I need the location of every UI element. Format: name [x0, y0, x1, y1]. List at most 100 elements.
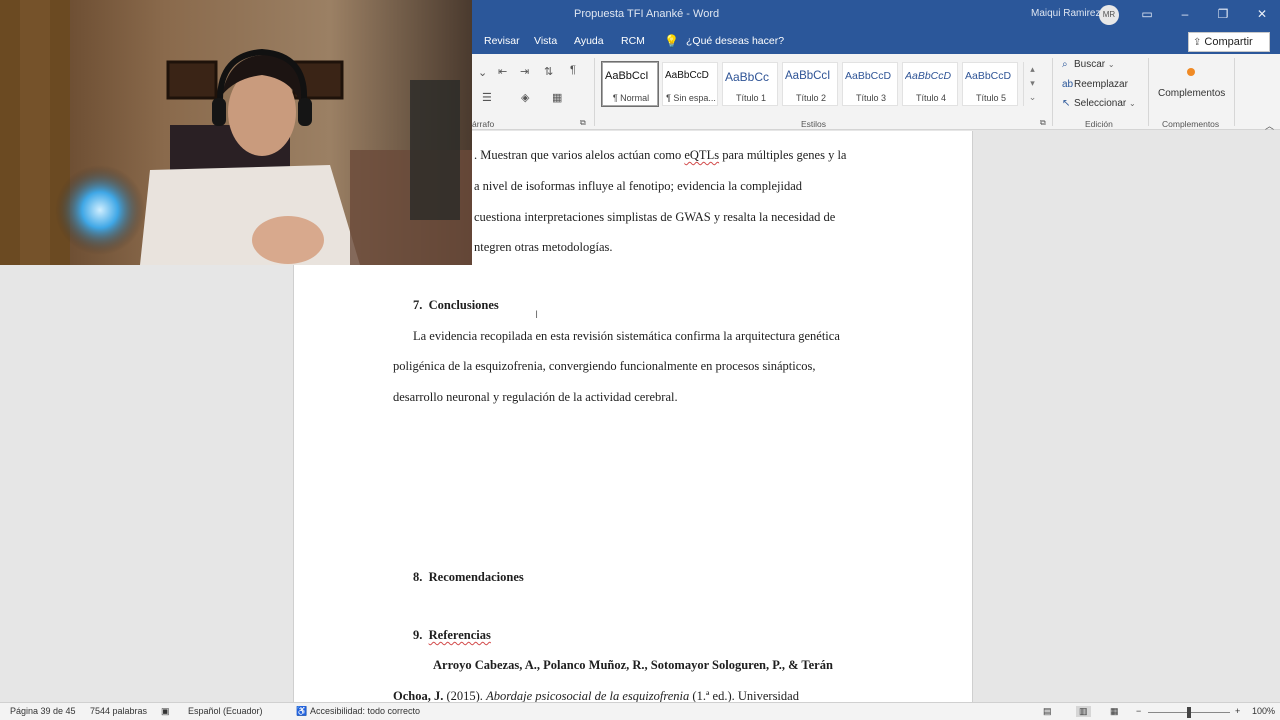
sort-icon[interactable]: ⇅: [544, 65, 553, 78]
style-heading-2[interactable]: AaBbCcI Título 2: [782, 62, 838, 106]
tell-me-search[interactable]: ¿Qué deseas hacer?: [686, 35, 784, 47]
reference-authors: Arroyo Cabezas, A., Polanco Muñoz, R., S…: [433, 658, 833, 672]
webcam-overlay: [0, 0, 472, 265]
doc-line: . Muestran que varios alelos actúan como…: [474, 148, 847, 162]
zoom-out-icon[interactable]: −: [1136, 706, 1141, 716]
maximize-icon[interactable]: ❐: [1212, 4, 1234, 24]
lightbulb-icon: 💡: [664, 34, 679, 48]
style-name: Título 2: [795, 93, 826, 103]
minimize-icon[interactable]: –: [1174, 4, 1196, 24]
style-sample: AaBbCcI: [785, 70, 831, 82]
share-icon: ⇪: [1193, 37, 1202, 48]
heading-referencias: 9. Referencias: [413, 628, 491, 643]
doc-line: ntegren otras metodologías.: [474, 240, 613, 254]
doc-line: La evidencia recopilada en esta revisión…: [413, 329, 840, 343]
pointer-icon: ↖: [1062, 98, 1071, 109]
zoom-in-icon[interactable]: +: [1235, 706, 1240, 716]
read-mode-icon[interactable]: ▤: [1043, 706, 1052, 717]
doc-line: cuestiona interpretaciones simplistas de…: [474, 210, 836, 224]
decrease-indent-icon[interactable]: ⇤: [498, 65, 507, 78]
find-button[interactable]: ⌕ Buscar ⌄: [1062, 59, 1115, 70]
addins-icon[interactable]: [1187, 68, 1195, 76]
zoom-slider-thumb[interactable]: [1187, 707, 1191, 718]
heading-text: Recomendaciones: [428, 570, 524, 584]
line-spacing-icon[interactable]: ☰: [482, 91, 492, 104]
zoom-level[interactable]: 100%: [1252, 706, 1275, 716]
accessibility-icon: ♿: [296, 706, 308, 716]
pilcrow-icon[interactable]: ¶: [570, 64, 576, 76]
heading-text: Conclusiones: [428, 298, 499, 312]
doc-line: poligénica de la esquizofrenia, convergi…: [393, 359, 816, 373]
user-avatar[interactable]: MR: [1099, 5, 1119, 25]
shading-icon[interactable]: ◈: [521, 91, 529, 104]
ribbon-divider: [1052, 58, 1053, 126]
group-label-addins: Complementos: [1162, 119, 1220, 129]
style-heading-1[interactable]: AaBbCc Título 1: [722, 62, 778, 106]
web-layout-icon[interactable]: ▦: [1110, 706, 1119, 717]
style-heading-3[interactable]: AaBbCcD Título 3: [842, 62, 898, 106]
ribbon-divider: [1148, 58, 1149, 126]
heading-number: 9.: [413, 628, 423, 642]
ribbon-display-options-icon[interactable]: ▭: [1136, 4, 1158, 24]
print-layout-icon[interactable]: ▥: [1076, 706, 1091, 717]
style-sample: AaBbCcD: [905, 70, 952, 82]
heading-conclusiones: 7. Conclusiones: [413, 298, 499, 313]
style-no-spacing[interactable]: AaBbCcD ¶ Sin espa...: [662, 62, 718, 106]
share-button[interactable]: ⇪ Compartir: [1188, 32, 1270, 52]
window-title: Propuesta TFI Ananké - Word: [574, 8, 720, 20]
style-heading-4[interactable]: AaBbCcD Título 4: [902, 62, 958, 106]
chevron-down-icon: ⌄: [1129, 99, 1136, 108]
replace-icon: ab: [1062, 79, 1074, 90]
tab-ayuda[interactable]: Ayuda: [574, 35, 604, 47]
heading-number: 7.: [413, 298, 423, 312]
style-name: Título 5: [975, 93, 1006, 103]
style-sample: AaBbCcD: [665, 70, 709, 81]
word-count[interactable]: 7544 palabras: [90, 706, 147, 716]
group-label-editing: Edición: [1085, 119, 1113, 129]
close-icon[interactable]: ✕: [1251, 4, 1273, 24]
group-label-paragraph: árrafo: [472, 119, 495, 129]
style-normal[interactable]: AaBbCcI ¶ Normal: [601, 61, 659, 107]
text-cursor-icon: I: [535, 309, 539, 321]
style-name: ¶ Sin espa...: [666, 93, 716, 103]
spelling-error[interactable]: eQTLs: [684, 148, 719, 162]
heading-recomendaciones: 8. Recomendaciones: [413, 570, 524, 585]
doc-line: desarrollo neuronal y regulación de la a…: [393, 390, 678, 404]
proofing-icon[interactable]: ▣: [161, 706, 170, 717]
select-button[interactable]: ↖ Seleccionar ⌄: [1062, 98, 1136, 109]
tab-rcm[interactable]: RCM: [621, 35, 645, 47]
page-count[interactable]: Página 39 de 45: [10, 706, 76, 716]
style-sample: AaBbCcD: [965, 70, 1012, 82]
reference-book-title: Abordaje psicosocial de la esquizofrenia: [486, 689, 690, 703]
replace-label: Reemplazar: [1074, 79, 1128, 90]
styles-launcher-icon[interactable]: ⧉: [1040, 118, 1046, 128]
addins-button[interactable]: Complementos: [1158, 88, 1225, 99]
language-indicator[interactable]: Español (Ecuador): [188, 706, 263, 716]
style-sample: AaBbCcI: [605, 70, 649, 82]
paragraph-launcher-icon[interactable]: ⧉: [580, 118, 586, 128]
style-name: Título 4: [915, 93, 946, 103]
status-bar: Página 39 de 45 7544 palabras ▣ Español …: [0, 702, 1280, 720]
style-heading-5[interactable]: AaBbCcD Título 5: [962, 62, 1018, 106]
style-name: ¶ Normal: [612, 93, 650, 103]
chevron-down-icon: ⌄: [1107, 60, 1115, 69]
style-name: Título 1: [735, 93, 766, 103]
select-label: Seleccionar: [1074, 98, 1127, 109]
group-label-styles: Estilos: [801, 119, 827, 129]
accessibility-status[interactable]: Accesibilidad: todo correcto: [310, 706, 420, 716]
ribbon-divider: [1234, 58, 1235, 126]
styles-more-icon[interactable]: ▴ ▾ ⌄: [1023, 62, 1041, 106]
search-icon: ⌕: [1062, 59, 1068, 70]
share-label: Compartir: [1204, 36, 1253, 48]
tab-revisar[interactable]: Revisar: [484, 35, 520, 47]
increase-indent-icon[interactable]: ⇥: [520, 65, 529, 78]
user-name[interactable]: Maiqui Ramirez: [1031, 8, 1100, 19]
find-label: Buscar: [1074, 59, 1106, 70]
style-name: Título 3: [855, 93, 886, 103]
tab-vista[interactable]: Vista: [534, 35, 557, 47]
heading-text: Referencias: [428, 628, 491, 642]
style-sample: AaBbCcD: [845, 70, 892, 82]
borders-icon[interactable]: ▦: [552, 91, 562, 104]
sort-dropdown-icon[interactable]: ⌄: [478, 66, 487, 79]
replace-button[interactable]: abReemplazar: [1062, 79, 1128, 90]
